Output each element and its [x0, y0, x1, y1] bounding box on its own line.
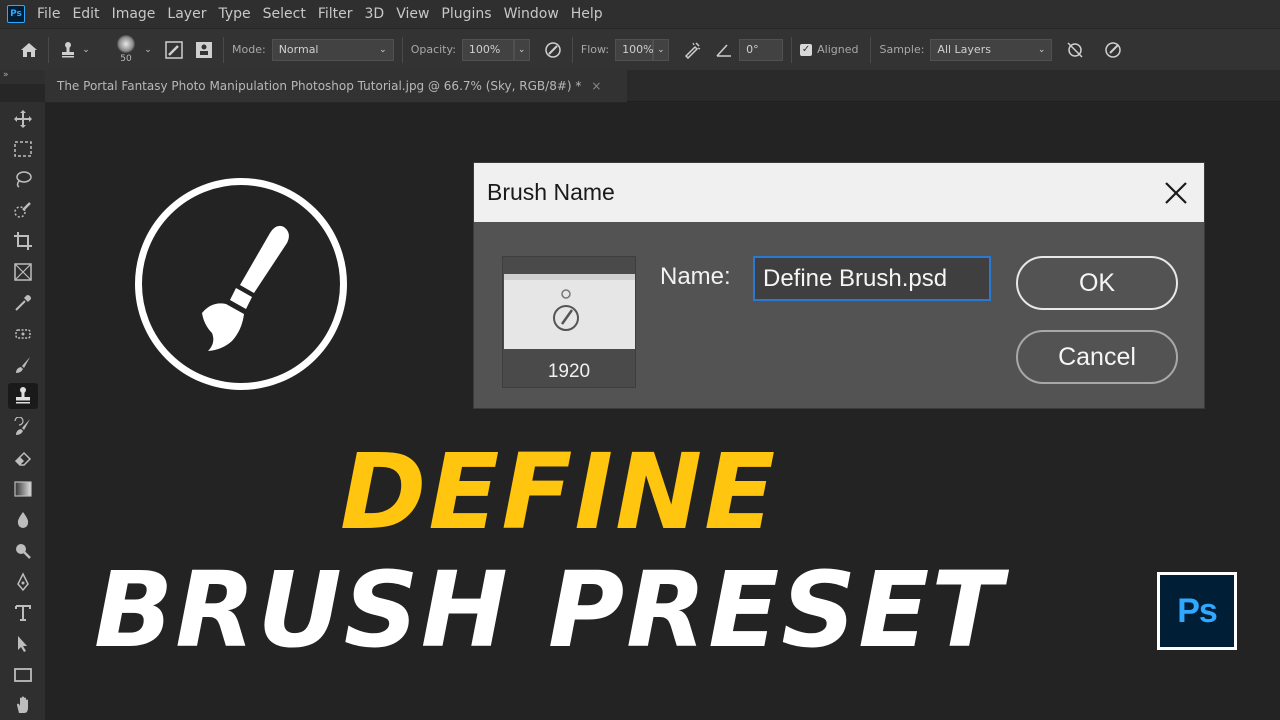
- dialog-title: Brush Name: [487, 179, 615, 205]
- paintbrush-icon: [202, 225, 289, 351]
- blur-tool-icon[interactable]: [8, 507, 38, 533]
- move-tool-icon[interactable]: [8, 106, 38, 132]
- history-brush-tool-icon[interactable]: [8, 414, 38, 440]
- cancel-button[interactable]: Cancel: [1016, 330, 1178, 384]
- chevron-down-icon[interactable]: ⌄: [79, 39, 93, 61]
- brush-thumbnail: 1920: [502, 256, 636, 388]
- mode-value: Normal: [278, 43, 319, 56]
- pressure-opacity-icon[interactable]: [542, 39, 564, 61]
- headline-line-2: BRUSH PRESET: [94, 549, 1005, 671]
- opacity-input[interactable]: 100%: [461, 38, 514, 61]
- menu-plugins[interactable]: Plugins: [435, 6, 497, 22]
- dialog-titlebar: Brush Name: [474, 163, 1204, 222]
- menu-bar: Ps File Edit Image Layer Type Select Fil…: [0, 0, 1280, 28]
- chevron-down-icon: ⌄: [379, 44, 387, 55]
- quick-selection-tool-icon[interactable]: [8, 197, 38, 223]
- menu-filter[interactable]: Filter: [312, 6, 359, 22]
- brush-thumbnail-image: [504, 274, 635, 349]
- thumbnail-brush-icon: [553, 289, 579, 331]
- divider: [791, 36, 793, 63]
- brush-size-label: 1920: [547, 361, 591, 382]
- chevron-down-icon: ⌄: [1037, 44, 1046, 55]
- menu-layer[interactable]: Layer: [161, 6, 212, 22]
- chevron-down-icon[interactable]: ⌄: [141, 39, 155, 61]
- document-tab-bar: The Portal Fantasy Photo Manipulation Ph…: [45, 70, 1280, 102]
- opacity-value: 100%: [468, 43, 501, 56]
- brush-settings-icon[interactable]: [163, 39, 185, 61]
- toolbar-collapse-button[interactable]: »: [0, 70, 45, 84]
- tools-panel: [0, 102, 45, 720]
- photoshop-logo[interactable]: Ps: [7, 5, 25, 23]
- sample-value: All Layers: [937, 43, 991, 56]
- brush-badge: [135, 178, 347, 390]
- flow-label: Flow:: [580, 43, 610, 56]
- document-tab[interactable]: The Portal Fantasy Photo Manipulation Ph…: [45, 70, 627, 102]
- divider: [870, 36, 872, 63]
- opacity-label: Opacity:: [410, 43, 456, 56]
- ignore-adjustment-layers-icon[interactable]: [1064, 39, 1086, 61]
- aligned-label: Aligned: [817, 43, 859, 56]
- brush-tip-preview: [117, 35, 135, 53]
- menu-type[interactable]: Type: [212, 6, 256, 22]
- dodge-tool-icon[interactable]: [8, 538, 38, 564]
- menu-window[interactable]: Window: [498, 6, 565, 22]
- ok-button[interactable]: OK: [1016, 256, 1178, 310]
- name-label: Name:: [660, 263, 731, 290]
- rectangle-tool-icon[interactable]: [8, 662, 38, 688]
- clone-stamp-tool-icon[interactable]: [8, 383, 38, 409]
- flow-dropdown[interactable]: ⌄: [653, 38, 670, 61]
- angle-icon: [713, 39, 735, 61]
- opacity-dropdown[interactable]: ⌄: [513, 38, 530, 61]
- brush-tool-icon[interactable]: [8, 352, 38, 378]
- photoshop-badge-text: Ps: [1177, 591, 1218, 630]
- menu-image[interactable]: Image: [106, 6, 162, 22]
- frame-tool-icon[interactable]: [8, 259, 38, 285]
- brush-name-dialog: Brush Name 1920 Name: OK Cancel: [474, 163, 1204, 408]
- mode-select[interactable]: Normal ⌄: [271, 38, 394, 61]
- menu-view[interactable]: View: [390, 6, 435, 22]
- angle-value: 0°: [746, 43, 759, 56]
- mode-label: Mode:: [232, 43, 266, 56]
- close-icon[interactable]: ×: [591, 79, 601, 93]
- menu-3d[interactable]: 3D: [359, 6, 391, 22]
- gradient-tool-icon[interactable]: [8, 476, 38, 502]
- clone-stamp-preset-icon[interactable]: [57, 39, 79, 61]
- crop-tool-icon[interactable]: [8, 228, 38, 254]
- divider: [571, 36, 573, 63]
- divider: [48, 36, 49, 63]
- menu-help[interactable]: Help: [565, 6, 609, 22]
- hand-tool-icon[interactable]: [8, 692, 38, 718]
- flow-value: 100%: [622, 43, 654, 56]
- sample-label: Sample:: [879, 43, 925, 56]
- brush-size-value: 50: [120, 54, 132, 64]
- options-bar: ⌄ 50 ⌄ Mode: Normal ⌄ Opacity: 100% ⌄ Fl…: [0, 28, 1280, 70]
- aligned-checkbox[interactable]: ✓: [800, 43, 813, 56]
- healing-brush-tool-icon[interactable]: [8, 321, 38, 347]
- marquee-tool-icon[interactable]: [8, 136, 38, 162]
- clone-source-panel-icon[interactable]: [193, 39, 215, 61]
- path-selection-tool-icon[interactable]: [8, 631, 38, 657]
- menu-edit[interactable]: Edit: [66, 6, 105, 22]
- airbrush-icon[interactable]: [681, 39, 703, 61]
- menu-file[interactable]: File: [31, 6, 66, 22]
- document-tab-title: The Portal Fantasy Photo Manipulation Ph…: [57, 79, 582, 93]
- home-icon[interactable]: [18, 39, 40, 61]
- angle-input[interactable]: 0°: [739, 38, 784, 61]
- lasso-tool-icon[interactable]: [8, 166, 38, 192]
- brush-size-picker[interactable]: 50: [111, 32, 141, 68]
- type-tool-icon[interactable]: [8, 600, 38, 626]
- divider: [401, 36, 403, 63]
- flow-input[interactable]: 100%: [615, 38, 654, 61]
- headline-line-1: DEFINE: [340, 431, 778, 553]
- sample-select[interactable]: All Layers ⌄: [930, 38, 1053, 61]
- photoshop-badge-icon: Ps: [1157, 572, 1237, 650]
- pen-tool-icon[interactable]: [8, 569, 38, 595]
- menu-select[interactable]: Select: [257, 6, 312, 22]
- close-icon[interactable]: [1158, 175, 1194, 211]
- pressure-size-icon[interactable]: [1102, 39, 1124, 61]
- eraser-tool-icon[interactable]: [8, 445, 38, 471]
- divider: [223, 36, 224, 63]
- eyedropper-tool-icon[interactable]: [8, 290, 38, 316]
- brush-name-input[interactable]: [753, 256, 991, 301]
